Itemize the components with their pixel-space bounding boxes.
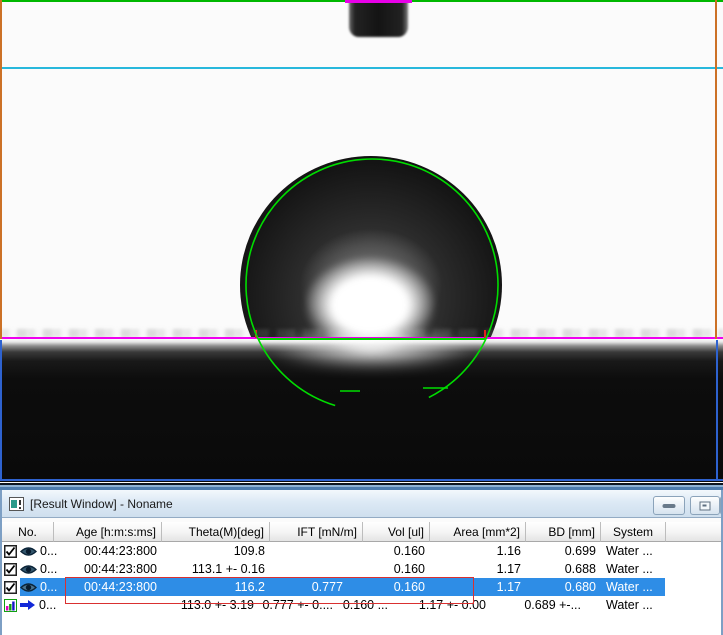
- results-table-body: 0... 00:44:23:800 109.8 0.160 1.16 0.699…: [2, 542, 721, 614]
- table-row-selected[interactable]: 0... 00:44:23:800 116.2 0.777 0.160 1.17…: [2, 578, 721, 596]
- cell-system: Water ...: [601, 562, 666, 576]
- cell-bd: 0.689 +-...: [526, 598, 601, 612]
- cell-ift: 0.777: [270, 580, 363, 594]
- cell-bd: 0.680: [526, 580, 601, 594]
- camera-view: [0, 0, 723, 483]
- cell-area: 1.16: [430, 544, 526, 558]
- table-empty-area: [2, 614, 721, 635]
- cell-age: 00:44:23:800: [54, 580, 162, 594]
- cell-system: Water ...: [601, 544, 666, 558]
- chart-icon: [4, 599, 17, 612]
- cell-theta: 116.2: [162, 580, 270, 594]
- table-row[interactable]: 0... 00:44:23:800 113.1 +- 0.16 0.160 1.…: [2, 560, 721, 578]
- column-header-bd[interactable]: BD [mm]: [526, 522, 601, 542]
- roi-line-left: [0, 340, 2, 481]
- column-header-age[interactable]: Age [h:m:s:ms]: [54, 522, 162, 542]
- column-header-system[interactable]: System: [601, 522, 666, 542]
- column-header-no[interactable]: No.: [2, 522, 54, 542]
- result-window: [Result Window] - Noname No. Age [h:m:s:…: [0, 483, 723, 635]
- cell-age: 00:44:23:800: [54, 562, 162, 576]
- row-id-cell: 0...: [2, 580, 54, 594]
- cell-area: 1.17: [430, 580, 526, 594]
- roi-line-bottom: [0, 479, 723, 481]
- close-button[interactable]: [720, 496, 721, 515]
- cell-theta: 109.8: [162, 544, 270, 558]
- focus-reference-line: [0, 67, 723, 69]
- result-window-titlebar[interactable]: [Result Window] - Noname: [2, 490, 721, 518]
- frame-line-left: [0, 0, 2, 339]
- eye-icon: [20, 564, 37, 575]
- needle-top-marker: [345, 0, 412, 3]
- cell-bd: 0.688: [526, 562, 601, 576]
- result-window-title: [Result Window] - Noname: [30, 497, 173, 511]
- fit-circle-overlay: [0, 0, 723, 483]
- cell-system: Water ...: [601, 580, 666, 594]
- table-header-row: No. Age [h:m:s:ms] Theta(M)[deg] IFT [mN…: [2, 522, 721, 542]
- table-row-mean[interactable]: 0... 113.0 +- 3.19 0.777 +- 0.... 0.160 …: [2, 596, 721, 614]
- row-checkbox[interactable]: [4, 563, 17, 576]
- cell-theta: 113.0 +- 3.19: [162, 598, 270, 612]
- cell-area: 1.17: [430, 562, 526, 576]
- cell-area: 1.17 +- 0.00: [430, 598, 526, 612]
- cell-system: Water ...: [601, 598, 666, 612]
- row-id-cell: 0...: [2, 598, 54, 612]
- result-window-icon: [9, 497, 24, 511]
- minimize-button[interactable]: [653, 496, 685, 515]
- column-header-theta[interactable]: Theta(M)[deg]: [162, 522, 270, 542]
- restore-button[interactable]: [690, 496, 720, 515]
- cell-vol: 0.160: [363, 562, 430, 576]
- restore-icon: [700, 501, 711, 510]
- eye-icon: [20, 546, 37, 557]
- row-checkbox[interactable]: [4, 545, 17, 558]
- cell-vol: 0.160: [363, 580, 430, 594]
- arrow-right-icon: [20, 599, 36, 611]
- frame-line-right: [715, 0, 717, 339]
- row-id-cell: 0...: [2, 562, 54, 576]
- column-header-area[interactable]: Area [mm*2]: [430, 522, 526, 542]
- column-header-filler: [666, 522, 721, 542]
- row-checkbox[interactable]: [4, 581, 17, 594]
- column-header-vol[interactable]: Vol [ul]: [363, 522, 430, 542]
- result-window-top-border: [0, 483, 723, 490]
- eye-icon: [20, 582, 37, 593]
- roi-line-right: [716, 340, 718, 481]
- row-id-cell: 0...: [2, 544, 54, 558]
- result-window-body: [Result Window] - Noname No. Age [h:m:s:…: [0, 490, 723, 635]
- cell-vol: 0.160: [363, 544, 430, 558]
- cell-age: 00:44:23:800: [54, 544, 162, 558]
- cell-theta: 113.1 +- 0.16: [162, 562, 270, 576]
- row-number: 0...: [39, 598, 56, 612]
- table-row[interactable]: 0... 00:44:23:800 109.8 0.160 1.16 0.699…: [2, 542, 721, 560]
- cell-bd: 0.699: [526, 544, 601, 558]
- column-header-ift[interactable]: IFT [mN/m]: [270, 522, 363, 542]
- drop-shape-analyzer-window: [Result Window] - Noname No. Age [h:m:s:…: [0, 0, 723, 635]
- minimize-icon: [663, 504, 676, 508]
